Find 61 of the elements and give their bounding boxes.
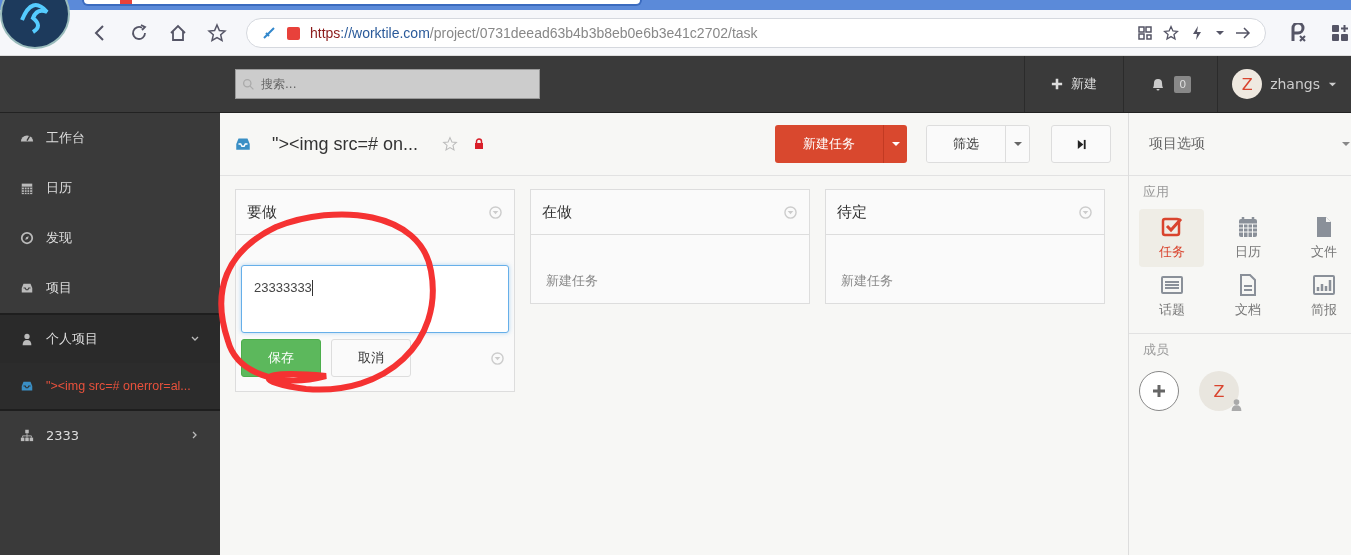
qr-code-icon[interactable] [1137, 25, 1153, 41]
inbox-icon [234, 135, 252, 153]
reload-icon[interactable] [129, 23, 149, 43]
filter-button[interactable]: 筛选 [927, 126, 1005, 162]
project-title: "><img src=# on... [272, 133, 418, 155]
sidebar-group[interactable]: 个人项目 [0, 313, 220, 363]
member-avatar[interactable]: Z [1199, 371, 1239, 411]
star-icon[interactable] [441, 136, 458, 152]
new-task-dropdown-button[interactable] [883, 125, 907, 163]
app-item[interactable]: 文档 [1215, 267, 1280, 325]
bar-chart-icon [1311, 273, 1336, 297]
project-item[interactable]: "><img src=# onerror=al... [0, 363, 220, 409]
new-task-link[interactable]: 新建任务 [841, 272, 893, 290]
column-title: 要做 [247, 202, 277, 222]
address-bar[interactable]: https://worktile.com/project/0731deead63b4b3b8eb0e6b3e41c2702/task [246, 18, 1266, 48]
section-heading: 应用 [1143, 184, 1170, 201]
skip-forward-icon [1075, 138, 1087, 150]
app-item[interactable]: 日历 [1215, 209, 1280, 267]
compass-icon [20, 231, 34, 245]
inbox-icon [20, 281, 34, 295]
app-item[interactable]: 任务 [1139, 209, 1204, 267]
sitemap-icon [20, 428, 34, 442]
sidebar-item[interactable]: 工作台 [0, 113, 220, 163]
home-icon[interactable] [168, 23, 188, 43]
task-name-field[interactable]: 23333333 [241, 265, 509, 333]
caret-icon[interactable] [1341, 139, 1351, 149]
panel-title: 项目选项 [1149, 135, 1205, 153]
apps-grid-icon[interactable] [1330, 23, 1350, 43]
plus-icon [1152, 384, 1166, 398]
user-icon [20, 332, 34, 346]
star-icon[interactable] [1163, 25, 1179, 41]
list-icon [1159, 273, 1184, 297]
search-icon [242, 78, 255, 91]
star-icon[interactable] [207, 23, 227, 43]
notification-count: 0 [1174, 75, 1192, 93]
column-title: 在做 [542, 202, 572, 222]
add-member-button[interactable] [1139, 371, 1179, 411]
column-title: 待定 [837, 202, 867, 222]
search-field[interactable]: 搜索... [235, 69, 540, 99]
username: zhangs [1270, 76, 1320, 92]
app-item[interactable]: 文件 [1291, 209, 1351, 267]
plus-icon [1051, 78, 1064, 90]
caret-icon[interactable] [1215, 28, 1225, 38]
app-item[interactable]: 话题 [1139, 267, 1204, 325]
checkbox-icon [1159, 215, 1184, 239]
user-menu[interactable]: Z zhangs [1217, 56, 1351, 112]
app-item[interactable]: 简报 [1291, 267, 1351, 325]
sidebar-item[interactable]: 日历 [0, 163, 220, 213]
avatar: Z [1232, 69, 1263, 99]
new-task-button[interactable]: 新建任务 [775, 125, 883, 163]
section-heading: 成员 [1143, 342, 1170, 359]
sidebar-item[interactable]: 发现 [0, 213, 220, 263]
new-task-link[interactable]: 新建任务 [546, 272, 598, 290]
arrow-right-icon[interactable] [1235, 25, 1251, 41]
inbox-icon [20, 379, 34, 393]
sidebar-item[interactable]: 项目 [0, 263, 220, 313]
calendar-icon [20, 181, 34, 195]
new-button[interactable]: 新建 [1024, 56, 1124, 112]
cancel-button[interactable]: 取消 [331, 339, 411, 377]
address-text: https://worktile.com/project/0731deead63b4b3b8eb0e6b3e41c2702/task [310, 25, 758, 41]
user-icon [1230, 398, 1243, 411]
